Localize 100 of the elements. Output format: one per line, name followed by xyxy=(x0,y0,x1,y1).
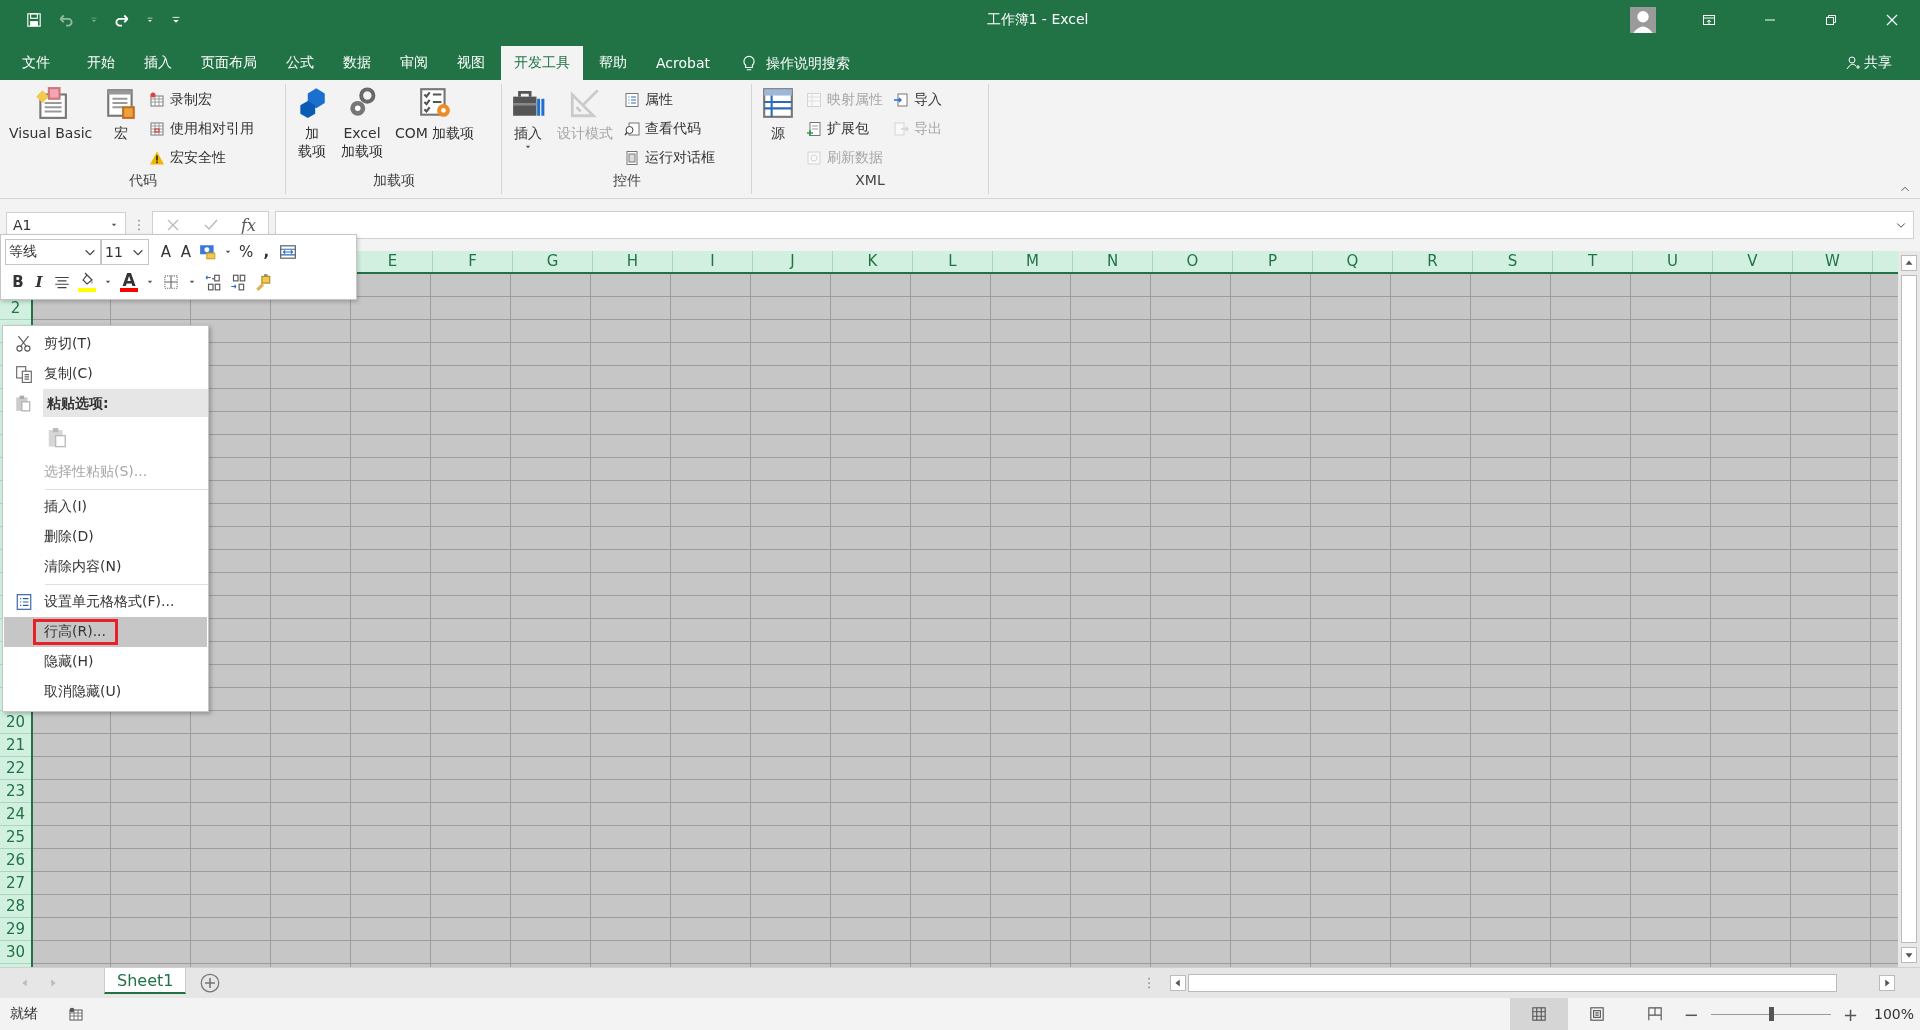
row-number[interactable]: 2 xyxy=(10,299,21,317)
formula-field[interactable] xyxy=(274,211,1914,239)
insert-function-button[interactable]: fx xyxy=(241,215,256,235)
menu-item[interactable]: 剪切(T) xyxy=(4,329,207,359)
save-icon[interactable] xyxy=(25,11,43,29)
row-number[interactable]: 24 xyxy=(5,805,26,823)
column-letter[interactable]: J xyxy=(790,252,795,270)
column-letter[interactable]: G xyxy=(546,252,559,270)
menu-item[interactable]: 行高(R)... xyxy=(4,617,207,647)
zoom-in-button[interactable]: + xyxy=(1842,1003,1858,1025)
ribbon-button[interactable]: COM 加载项 xyxy=(390,84,480,172)
row-number[interactable]: 25 xyxy=(5,828,26,846)
ribbon-tab[interactable]: 数据 xyxy=(330,46,384,80)
sheet-tab[interactable]: Sheet1 xyxy=(104,968,187,994)
ribbon-button[interactable]: 使用相对引用 xyxy=(145,114,259,143)
column-letter[interactable]: V xyxy=(1747,252,1758,270)
check-icon[interactable] xyxy=(203,217,219,233)
column-letter[interactable]: S xyxy=(1507,252,1518,270)
ribbon-button[interactable]: 宏安全性 xyxy=(145,143,259,172)
slider-thumb[interactable] xyxy=(1768,1007,1774,1021)
format-painter-icon[interactable] xyxy=(254,273,272,291)
column-letter[interactable]: E xyxy=(387,252,398,270)
ribbon-button[interactable]: Visual Basic xyxy=(4,84,98,172)
column-letter[interactable]: N xyxy=(1106,252,1119,270)
row-number[interactable]: 23 xyxy=(5,782,26,800)
italic-button[interactable]: I xyxy=(32,274,46,290)
ribbon-button[interactable]: 导入 xyxy=(889,85,946,114)
ribbon-button[interactable]: 录制宏 xyxy=(145,85,259,114)
column-letter[interactable]: L xyxy=(948,252,957,270)
ribbon-button[interactable]: 加 载项 xyxy=(290,84,334,172)
merge-cells-icon[interactable] xyxy=(279,243,298,261)
column-letter[interactable]: H xyxy=(626,252,639,270)
ribbon-display-icon[interactable] xyxy=(1701,12,1717,28)
ribbon-button[interactable]: 属性 xyxy=(620,85,719,114)
column-letter[interactable]: W xyxy=(1825,252,1840,270)
row-number[interactable]: 26 xyxy=(5,851,26,869)
close-icon[interactable] xyxy=(1884,12,1900,28)
column-letter[interactable]: M xyxy=(1026,252,1039,270)
row-number[interactable]: 28 xyxy=(5,897,26,915)
ribbon-button[interactable]: 源 xyxy=(756,84,800,172)
ribbon-tab[interactable]: 开发工具 xyxy=(501,46,583,80)
ribbon-tab[interactable]: 审阅 xyxy=(387,46,441,80)
column-letter[interactable]: Q xyxy=(1346,252,1359,270)
row-number[interactable]: 20 xyxy=(5,713,26,731)
decimal-increase-icon[interactable] xyxy=(204,273,222,291)
avatar-icon[interactable] xyxy=(1630,7,1656,33)
ribbon-button[interactable]: 运行对话框 xyxy=(620,143,719,172)
ribbon-button[interactable]: 查看代码 xyxy=(620,114,719,143)
ribbon-tab[interactable]: 页面布局 xyxy=(188,46,270,80)
menu-item[interactable]: 取消隐藏(U) xyxy=(4,677,207,707)
row-number[interactable]: 27 xyxy=(5,874,26,892)
cancel-icon[interactable] xyxy=(165,217,181,233)
ribbon-button[interactable]: Excel 加载项 xyxy=(336,84,388,172)
menu-item[interactable]: 设置单元格格式(F)... xyxy=(4,587,207,617)
menu-item[interactable]: 隐藏(H) xyxy=(4,647,207,677)
ribbon-tab[interactable]: 公式 xyxy=(273,46,327,80)
ribbon-tab[interactable]: 开始 xyxy=(74,46,128,80)
vertical-scrollbar[interactable] xyxy=(1898,251,1920,967)
zoom-out-button[interactable]: − xyxy=(1683,1003,1699,1025)
menu-item[interactable]: 清除内容(N) xyxy=(4,552,207,582)
menu-item[interactable]: 复制(C) xyxy=(4,359,207,389)
font-size-dropdown[interactable]: 11 xyxy=(101,239,149,265)
share-button[interactable]: 共享 xyxy=(1845,46,1920,80)
bold-button[interactable]: B xyxy=(11,274,25,290)
shrink-font-button[interactable]: A xyxy=(179,244,193,260)
macro-record-icon[interactable] xyxy=(68,1006,84,1022)
ribbon-tab[interactable]: 帮助 xyxy=(586,46,640,80)
row-number[interactable]: 29 xyxy=(5,920,26,938)
add-sheet-icon[interactable] xyxy=(200,973,221,993)
search-field[interactable]: 操作说明搜索 xyxy=(764,54,898,72)
column-letter[interactable]: I xyxy=(710,252,715,270)
fill-color-button[interactable] xyxy=(78,272,96,292)
row-number[interactable]: 21 xyxy=(5,736,26,754)
currency-icon[interactable] xyxy=(199,243,217,261)
ribbon-button[interactable]: 扩展包 xyxy=(802,114,887,143)
lightbulb-icon[interactable] xyxy=(740,54,758,72)
menu-item[interactable]: 插入(I) xyxy=(4,492,207,522)
ribbon-button[interactable]: 宏 xyxy=(99,84,144,172)
clipboard-icon[interactable] xyxy=(46,426,68,448)
comma-button[interactable]: , xyxy=(259,244,274,260)
column-letter[interactable]: T xyxy=(1587,252,1598,270)
row-number[interactable]: 22 xyxy=(5,759,26,777)
percent-button[interactable]: % xyxy=(239,244,254,260)
ribbon-button[interactable]: 插入 xyxy=(506,84,550,172)
row-number[interactable]: 30 xyxy=(5,943,26,961)
column-letter[interactable]: U xyxy=(1667,252,1678,270)
column-letter[interactable]: R xyxy=(1427,252,1438,270)
borders-icon[interactable] xyxy=(162,273,180,291)
ribbon-tab[interactable]: Acrobat xyxy=(643,46,723,80)
ribbon-tab[interactable]: 文件 xyxy=(9,46,63,80)
column-letter[interactable]: K xyxy=(867,252,878,270)
column-letter[interactable]: P xyxy=(1267,252,1277,270)
scroll-right-icon[interactable] xyxy=(1879,975,1895,991)
font-dropdown[interactable]: 等线 xyxy=(5,239,101,265)
view-button[interactable] xyxy=(1509,998,1568,1030)
scroll-down-icon[interactable] xyxy=(1901,947,1917,963)
decimal-decrease-icon[interactable] xyxy=(229,273,247,291)
column-letter[interactable]: F xyxy=(468,252,477,270)
menu-item[interactable]: 删除(D) xyxy=(4,522,207,552)
ribbon-tab[interactable]: 视图 xyxy=(444,46,498,80)
